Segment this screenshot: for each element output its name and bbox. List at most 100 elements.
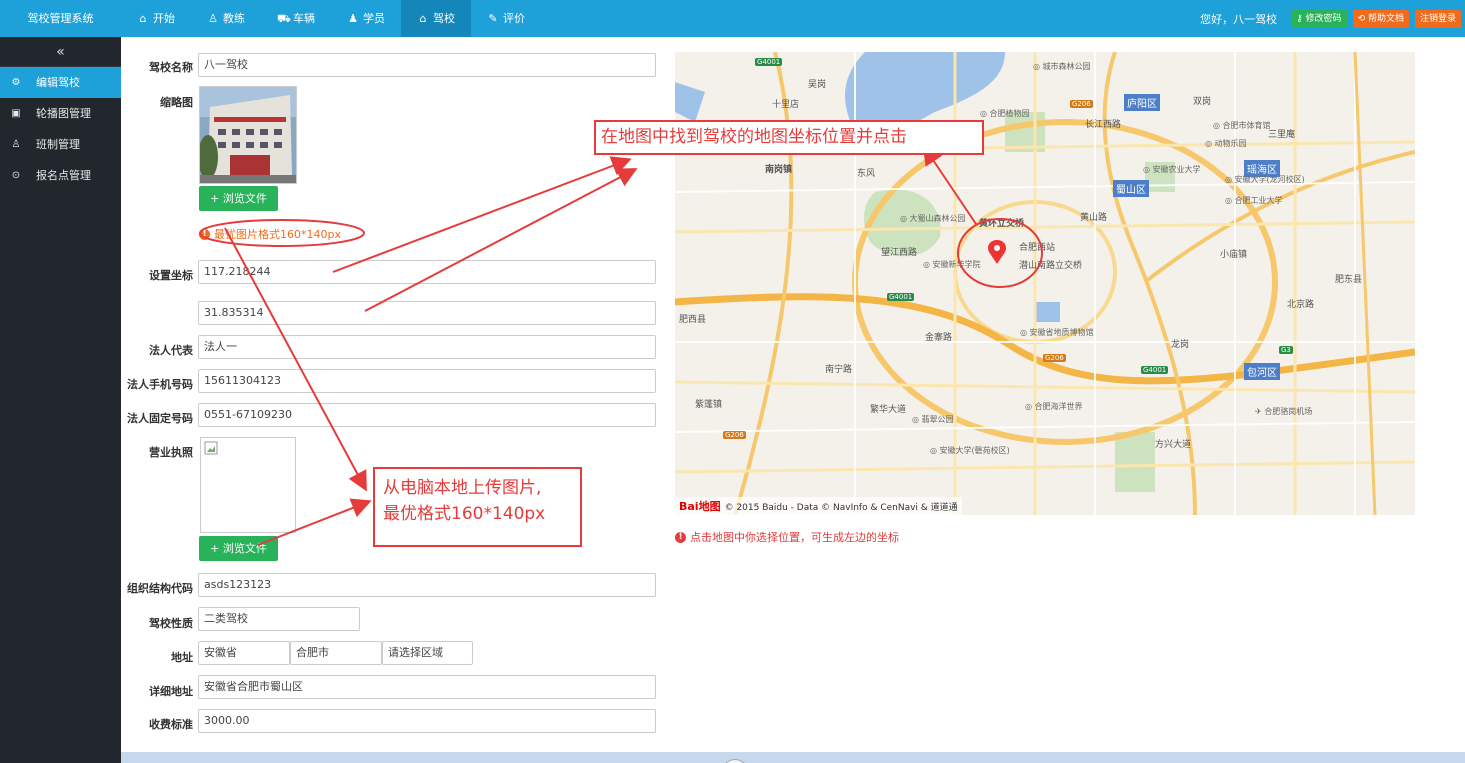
place-jinzhai: 金寨路 <box>925 333 953 343</box>
place-changjiang: 长江西路 <box>1085 120 1122 130</box>
location-icon: ⊙ <box>11 170 21 181</box>
comment-icon: ✎ <box>488 12 498 25</box>
district-baohe: 包河区 <box>1244 363 1280 380</box>
poi-hfut: ◎ 合肥工业大学 <box>1225 196 1283 205</box>
school-icon: ⌂ <box>419 12 427 25</box>
baidu-logo: Bai地图 <box>679 500 721 513</box>
poi-gym: ◎ 合肥市体育馆 <box>1213 121 1271 130</box>
place-huangshan: 黄山路 <box>1080 213 1108 223</box>
road-g206-west: G206 <box>723 431 746 439</box>
sidebar-collapse-button[interactable]: « <box>0 37 121 67</box>
legal-phone-label: 法人手机号码 <box>127 378 193 391</box>
legal-rep-label: 法人代表 <box>149 344 193 357</box>
nav-coach[interactable]: ♙ 教练 <box>191 0 261 37</box>
license-label: 营业执照 <box>149 446 193 459</box>
road-g4001-north: G4001 <box>755 58 783 66</box>
poi-forest-park: ◎ 城市森林公园 <box>1033 62 1091 71</box>
nav-start[interactable]: ⌂ 开始 <box>121 0 191 37</box>
province-select[interactable]: 安徽省 <box>198 641 290 665</box>
image-icon: ▣ <box>11 108 21 119</box>
place-dongfeng: 东风 <box>857 169 876 179</box>
gear-icon: ⚙ <box>11 77 21 88</box>
address-label: 地址 <box>171 651 193 664</box>
detail-address-label: 详细地址 <box>149 685 193 698</box>
place-shilidian: 十里店 <box>772 100 800 110</box>
place-wugang: 吴岗 <box>808 80 827 90</box>
sidebar-item-signup[interactable]: ⊙ 报名点管理 <box>0 160 121 191</box>
road-g206-center: G206 <box>1043 354 1066 362</box>
place-shuanggang: 双岗 <box>1193 97 1212 107</box>
school-name-input[interactable]: 八一驾校 <box>198 53 656 77</box>
place-beijing: 北京路 <box>1287 300 1315 310</box>
class-icon: ♙ <box>11 139 21 150</box>
poi-anhui-univ-qingyuan: ◎ 安徽大学(磬苑校区) <box>930 446 1010 455</box>
poi-luogang-airport: ✈ 合肥骆岗机场 <box>1255 407 1313 416</box>
legal-rep-input[interactable]: 法人一 <box>198 335 656 359</box>
place-nangang: 南岗镇 <box>765 165 793 175</box>
poi-zoo: ◎ 动物乐园 <box>1205 139 1247 148</box>
road-g4001-west: G4001 <box>887 293 915 301</box>
place-nanning: 南宁路 <box>825 365 853 375</box>
sidebar-item-edit-school[interactable]: ⚙ 编辑驾校 <box>0 67 121 98</box>
student-icon: ♟ <box>348 12 358 25</box>
warning-icon: ! <box>199 228 210 240</box>
place-feidong: 肥东县 <box>1335 275 1363 285</box>
coords-label: 设置坐标 <box>149 269 193 282</box>
change-password-button[interactable]: ⚷ 修改密码 <box>1291 9 1347 28</box>
map-copyright: Bai地图 © 2015 Baidu - Data © NavInfo & Ce… <box>675 497 962 515</box>
city-select[interactable]: 合肥市 <box>290 641 382 665</box>
top-navbar: 驾校管理系统 ⌂ 开始 ♙ 教练 ⛟ 车辆 ♟ 学员 ⌂ 驾校 ✎ 评价 您好，八一驾校 ⚷… <box>0 0 1465 37</box>
road-g3: G3 <box>1279 346 1293 354</box>
place-sanlian: 三里庵 <box>1268 130 1296 140</box>
browse-license-button[interactable]: + 浏览文件 <box>199 536 278 561</box>
longitude-input[interactable]: 117.218244 <box>198 260 656 284</box>
greeting-text: 您好，八一驾校 <box>1200 12 1278 26</box>
nature-select[interactable]: 二类驾校 <box>198 607 360 631</box>
legal-phone-input[interactable]: 15611304123 <box>198 369 656 393</box>
home-icon: ⌂ <box>139 12 147 25</box>
district-select[interactable]: 请选择区域 <box>382 641 473 665</box>
help-doc-button[interactable]: ⟲ 帮助文档 <box>1352 9 1409 28</box>
latitude-input[interactable]: 31.835314 <box>198 301 656 325</box>
broken-image-icon <box>204 441 218 455</box>
nav-review[interactable]: ✎ 评价 <box>471 0 541 37</box>
header-actions: 您好，八一驾校 ⚷ 修改密码 ⟲ 帮助文档 注销登录 <box>1200 0 1461 37</box>
poi-agri-univ: ◎ 安徽农业大学 <box>1143 165 1201 174</box>
org-code-label: 组织结构代码 <box>127 582 193 595</box>
place-wangjiang: 望江西路 <box>881 248 918 258</box>
poi-anhui-univ-longhe: ◎ 安徽大学(龙河校区) <box>1225 175 1305 184</box>
sidebar-item-carousel[interactable]: ▣ 轮播图管理 <box>0 98 121 129</box>
road-g4001-east: G4001 <box>1141 366 1169 374</box>
org-code-input[interactable]: asds123123 <box>198 573 656 597</box>
nature-label: 驾校性质 <box>149 617 193 630</box>
fee-input[interactable]: 3000.00 <box>198 709 656 733</box>
place-qianshan: 潜山南路立交桥 <box>1019 261 1083 271</box>
place-fangxing: 方兴大道 <box>1155 440 1192 450</box>
map-tip: ! 点击地图中你选择位置，可生成左边的坐标 <box>675 529 899 545</box>
app-title[interactable]: 驾校管理系统 <box>0 0 121 37</box>
sidebar: « ⚙ 编辑驾校 ▣ 轮播图管理 ♙ 班制管理 ⊙ 报名点管理 <box>0 37 121 763</box>
building-photo <box>198 87 296 183</box>
browse-thumbnail-button[interactable]: + 浏览文件 <box>199 186 278 211</box>
map-hint-callout: 在地图中找到驾校的地图坐标位置并点击 <box>594 120 984 155</box>
fee-label: 收费标准 <box>149 718 193 731</box>
sidebar-item-class[interactable]: ♙ 班制管理 <box>0 129 121 160</box>
main-nav: ⌂ 开始 ♙ 教练 ⛟ 车辆 ♟ 学员 ⌂ 驾校 ✎ 评价 <box>121 0 541 37</box>
nav-vehicle[interactable]: ⛟ 车辆 <box>261 0 331 37</box>
poi-geo-museum: ◎ 安徽省地质博物馆 <box>1020 328 1094 337</box>
road-g206-north: G206 <box>1070 100 1093 108</box>
poi-dashushan: ◎ 大蜀山森林公园 <box>900 214 966 223</box>
school-name-label: 驾校名称 <box>149 61 193 74</box>
license-preview <box>200 437 296 533</box>
car-icon: ⛟ <box>277 12 291 25</box>
nav-student[interactable]: ♟ 学员 <box>331 0 401 37</box>
logout-button[interactable]: 注销登录 <box>1414 9 1461 28</box>
arrow-longitude <box>332 156 632 273</box>
footer-strip <box>121 752 1465 763</box>
nav-school[interactable]: ⌂ 驾校 <box>401 0 471 37</box>
place-fanhua: 繁华大道 <box>870 405 907 415</box>
legal-tel-input[interactable]: 0551-67109230 <box>198 403 656 427</box>
detail-address-input[interactable]: 安徽省合肥市蜀山区 <box>198 675 656 699</box>
warning-icon: ! <box>675 531 686 543</box>
poi-ocean-world: ◎ 合肥海洋世界 <box>1025 402 1083 411</box>
